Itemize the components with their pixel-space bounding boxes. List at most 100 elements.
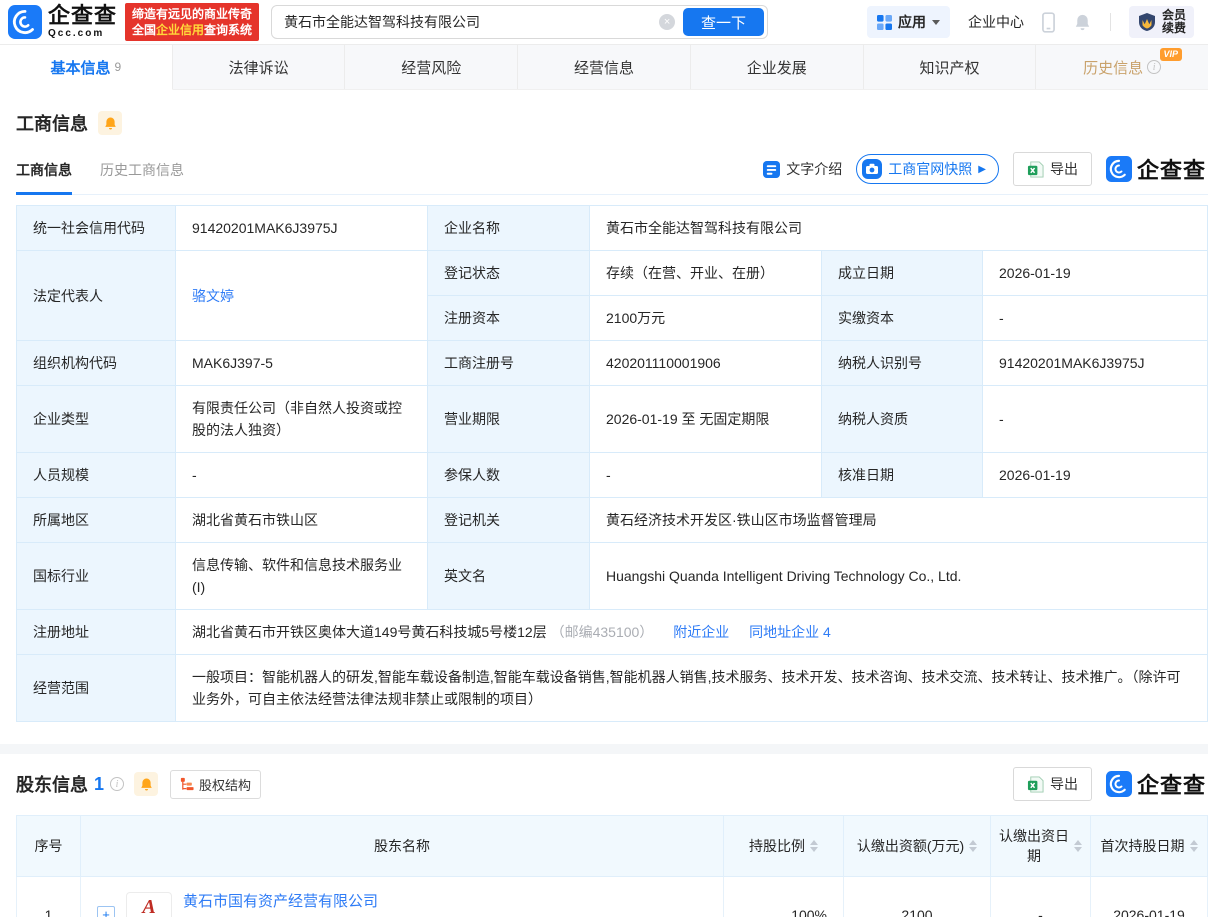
vip-shield-icon [1138,13,1155,31]
field-label: 国标行业 [16,542,176,610]
tab-operation-risk[interactable]: 经营风险 [345,45,519,89]
tab-intellectual-property[interactable]: 知识产权 [864,45,1037,89]
shareholders-table: 序号 股东名称 持股比例 认缴出资额(万元) 认缴出资日期 首次持股日期 1 +… [16,815,1208,917]
shareholders-count: 1 [94,773,105,794]
column-header-amount[interactable]: 认缴出资额(万元) [843,815,991,877]
vip-renew-button[interactable]: 会员 续费 [1128,6,1194,38]
field-label: 企业类型 [16,385,176,453]
mobile-app-icon[interactable] [1042,11,1055,33]
info-icon: i [110,777,125,791]
column-header-name: 股东名称 [80,815,724,877]
logo-domain: Qcc.com [48,28,105,39]
chevron-down-icon [931,20,940,25]
nav-tabs: 基本信息 9 法律诉讼 经营风险 经营信息 企业发展 知识产权 VIP 历史信息… [0,44,1208,90]
monitor-bell-icon[interactable] [98,111,122,135]
field-label: 参保人数 [427,452,590,498]
field-label: 登记机关 [427,497,590,543]
qcc-logo[interactable]: 企查查 Qcc.com [8,5,117,39]
sort-icon [1074,840,1082,852]
field-value: Huangshi Quanda Intelligent Driving Tech… [589,542,1208,610]
excel-icon [1027,775,1044,793]
sort-icon [810,840,818,852]
tab-operation-info[interactable]: 经营信息 [518,45,691,89]
field-value: 2026-01-19 至 无固定期限 [589,385,822,453]
legal-rep-link[interactable]: 骆文婷 [192,288,234,304]
section-divider [0,744,1208,754]
field-label: 注册资本 [427,295,590,341]
field-label: 登记状态 [427,250,590,296]
tab-operation-risk-label: 经营风险 [401,59,462,77]
field-label: 注册地址 [16,609,176,655]
apps-label: 应用 [897,14,926,30]
field-label: 营业期限 [427,385,590,453]
shareholder-logo: A 黄石国资 HSAMC [126,891,172,917]
official-snapshot-label: 工商官网快照 [888,161,973,177]
field-value: 信息传输、软件和信息技术服务业 (I) [175,542,428,610]
play-arrow-icon: ▶ [978,163,986,175]
field-label: 工商注册号 [427,340,590,386]
tab-legal-litigation[interactable]: 法律诉讼 [173,45,346,89]
tab-company-development[interactable]: 企业发展 [691,45,864,89]
first-date-value: 2026-01-19 [1090,876,1208,917]
qcc-brand-icon [1105,156,1132,182]
row-index: 1 [16,876,81,917]
equity-structure-button[interactable]: 股权结构 [170,769,262,799]
tab-legal-litigation-label: 法律诉讼 [228,59,289,77]
shareholder-name-cell: + A 黄石国资 HSAMC 黄石市国有资产经营有限公司 国有企业 [80,876,724,917]
subtab-business-info[interactable]: 工商信息 [16,160,72,195]
vip-label-line2: 续费 [1161,21,1186,35]
field-label: 所属地区 [16,497,176,543]
field-value: 黄石市全能达智驾科技有限公司 [589,205,1208,251]
qcc-logo-icon [8,5,42,39]
shareholders-title: 股东信息 [16,775,88,795]
export-label: 导出 [1049,161,1078,177]
expand-row-button[interactable]: + [97,905,115,917]
column-header-paid-date[interactable]: 认缴出资日期 [990,815,1091,877]
excel-icon [1027,160,1044,178]
field-value: 黄石经济技术开发区·铁山区市场监督管理局 [589,497,1208,543]
same-address-companies-link[interactable]: 同地址企业 4 [749,624,831,640]
info-icon: i [1147,60,1162,74]
shareholder-name-link[interactable]: 黄石市国有资产经营有限公司 [183,893,378,910]
tab-basic-info-label: 基本信息 [50,59,111,77]
field-value: 2026-01-19 [982,452,1208,498]
tab-history-info[interactable]: VIP 历史信息 i [1036,45,1208,89]
vip-badge: VIP [1159,48,1183,61]
amount-value: 2100 [843,876,991,917]
clear-search-icon[interactable]: × [659,14,676,30]
camera-icon [862,159,883,179]
field-label: 经营范围 [16,654,176,722]
export-button[interactable]: 导出 [1012,767,1092,801]
grid-icon [876,14,892,30]
search-button[interactable]: 查一下 [683,8,765,36]
ratio-value: 100% [723,876,844,917]
notifications-bell-icon[interactable] [1073,13,1092,32]
field-value: - [982,385,1208,453]
address-text: 湖北省黄石市开铁区奥体大道149号黄石科技城5号楼12层 [192,624,547,640]
column-header-ratio[interactable]: 持股比例 [723,815,844,877]
enterprise-center-link[interactable]: 企业中心 [968,12,1024,32]
business-info-title: 工商信息 [16,114,88,134]
tab-history-info-label: 历史信息 [1083,59,1144,77]
field-label: 纳税人资质 [821,385,983,453]
official-snapshot-button[interactable]: 工商官网快照 ▶ [856,154,999,184]
search-box: × 查一下 [271,5,769,39]
monitor-bell-icon[interactable] [134,772,159,796]
subtab-history-business-info[interactable]: 历史工商信息 [100,160,184,194]
column-header-first-date[interactable]: 首次持股日期 [1090,815,1208,877]
search-input[interactable] [272,6,660,38]
slogan-line2: 全国企业信用查询系统 [132,23,253,37]
tab-operation-info-label: 经营信息 [574,59,635,77]
field-label: 企业名称 [427,205,590,251]
business-info-section: 工商信息 工商信息 历史工商信息 文字介绍 工商官网快照 ▶ 导出 企查查 统一… [0,110,1208,722]
export-button[interactable]: 导出 [1012,152,1092,186]
text-intro-link[interactable]: 文字介绍 [763,159,842,179]
field-label: 统一社会信用代码 [16,205,176,251]
logo-title: 企查查 [48,3,118,28]
topbar: 企查查 Qcc.com 缔造有远见的商业传奇 全国企业信用查询系统 × 查一下 … [0,0,1208,44]
nearby-companies-link[interactable]: 附近企业 [673,624,729,640]
tab-basic-info[interactable]: 基本信息 9 [0,45,173,90]
field-label: 实缴资本 [821,295,983,341]
field-value: 有限责任公司（非自然人投资或控股的法人独资） [175,385,428,453]
apps-menu[interactable]: 应用 [866,6,950,38]
